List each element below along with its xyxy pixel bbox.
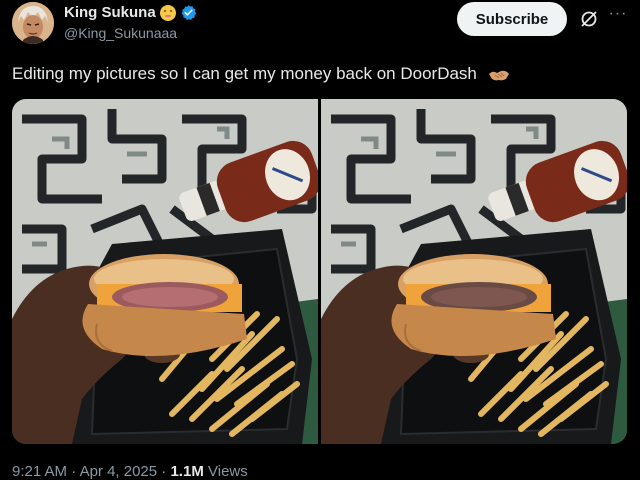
grok-icon[interactable] — [579, 9, 599, 29]
more-options-icon[interactable]: ··· — [606, 6, 630, 30]
author-display-name[interactable]: King Sukuna — [64, 4, 156, 21]
meta-separator: · — [161, 463, 167, 480]
tweet-body: Editing my pictures so I can get my mone… — [12, 64, 477, 83]
tweet-text: Editing my pictures so I can get my mone… — [12, 64, 510, 84]
post-date[interactable]: Apr 4, 2025 — [80, 463, 158, 480]
handshake-icon — [488, 70, 509, 80]
meta-separator: · — [71, 463, 77, 480]
views-label: Views — [208, 463, 248, 480]
post-time[interactable]: 9:21 AM — [12, 463, 67, 480]
tweet-meta: 9:21 AM · Apr 4, 2025 · 1.1M Views — [12, 463, 248, 480]
avatar[interactable] — [12, 2, 54, 44]
views-count: 1.1M — [170, 463, 204, 480]
tweet-header: King Sukuna @King_Sukunaaa Subscribe ··· — [0, 0, 640, 56]
media-photo-left[interactable] — [12, 99, 318, 444]
author-handle[interactable]: @King_Sukunaaa — [64, 25, 177, 41]
media-photo-right[interactable] — [321, 99, 627, 444]
subscribe-button[interactable]: Subscribe — [457, 2, 567, 36]
verified-badge-icon — [181, 5, 196, 21]
flushed-face-icon — [159, 4, 176, 21]
